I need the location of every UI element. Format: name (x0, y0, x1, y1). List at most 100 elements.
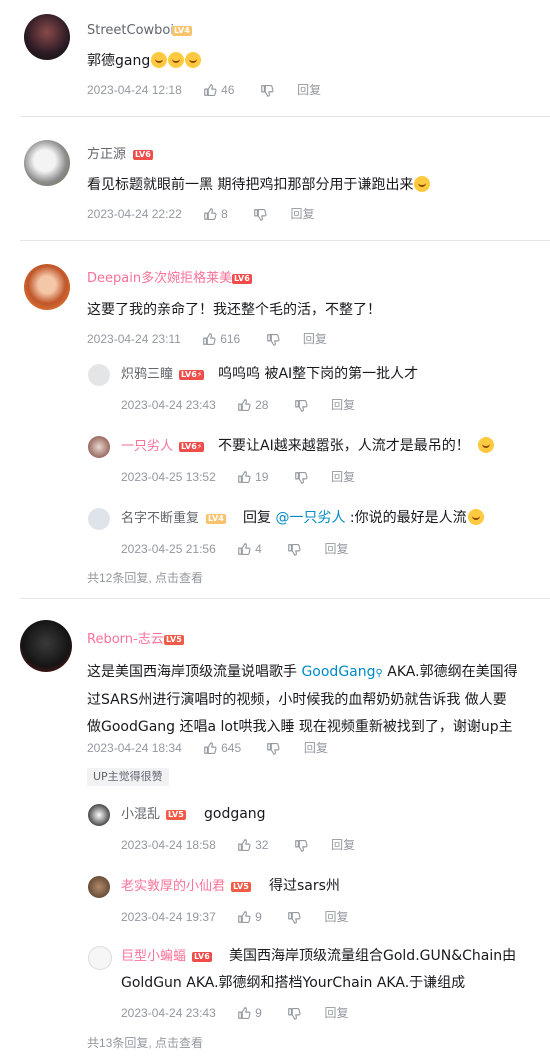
reply-username[interactable]: 炽鸦三瞳 (121, 366, 173, 384)
like-button[interactable]: 46 (203, 81, 234, 98)
like-count: 9 (255, 1006, 262, 1021)
reply-text: 回复 @一只劣人 :你说的最好是人流 (243, 505, 484, 532)
reply-button[interactable]: 回复 (331, 469, 355, 485)
reply-username[interactable]: 老实敦厚的小仙君 (121, 878, 225, 896)
comment-line-1: 这是美国西海岸顶级流量说唱歌手 GoodGang⚲ AKA.郭德纲在美国得 (87, 659, 537, 687)
thumb-down-icon (287, 1007, 301, 1021)
reply-button[interactable]: 回复 (324, 541, 348, 557)
reply-date: 2023-04-25 13:52 (121, 469, 216, 484)
thumb-up-icon (203, 741, 217, 755)
search-link[interactable]: GoodGang (301, 664, 375, 680)
thumb-up-icon (237, 398, 251, 412)
reply-button[interactable]: 回复 (324, 909, 348, 925)
comment-date: 2023-04-24 23:11 (87, 331, 181, 346)
reply-date: 2023-04-24 23:43 (121, 397, 216, 412)
like-button[interactable]: 4 (237, 540, 262, 557)
comment-text: 这是美国西海岸顶级流量说唱歌手 GoodGang⚲ AKA.郭德纲在美国得 过S… (87, 659, 537, 741)
reply-avatar[interactable] (88, 436, 110, 458)
reply-avatar[interactable] (88, 804, 110, 826)
avatar[interactable] (24, 140, 70, 186)
dislike-button[interactable] (266, 331, 280, 347)
reply-text-prefix: 回复 (243, 510, 276, 526)
reply-button[interactable]: 回复 (303, 331, 327, 347)
like-button[interactable]: 8 (203, 205, 228, 222)
reply-text-main: 不要让AI越来越嚣张，人流才是最吊的！ (218, 438, 470, 454)
dislike-button[interactable] (294, 469, 308, 485)
comment-date: 2023-04-24 18:34 (87, 740, 182, 755)
reply-avatar[interactable] (88, 876, 110, 898)
like-button[interactable]: 616 (202, 330, 240, 347)
level-badge: LV6 (232, 274, 252, 284)
avatar[interactable] (24, 14, 70, 60)
reply-text: 呜呜呜 被AI整下岗的第一批人才 (218, 366, 419, 382)
dislike-button[interactable] (253, 206, 267, 222)
thumb-down-icon (266, 333, 280, 347)
reply-date: 2023-04-24 19:37 (121, 909, 216, 924)
avatar[interactable] (24, 264, 70, 310)
dislike-button[interactable] (260, 82, 274, 98)
username[interactable]: StreetCowboi (87, 22, 174, 40)
mention-link[interactable]: @一只劣人 (275, 510, 345, 526)
reply-username[interactable]: 名字不断重复 (121, 510, 199, 528)
like-button[interactable]: 19 (237, 468, 268, 485)
username[interactable]: Reborn-志云 (87, 631, 164, 649)
reply-button[interactable]: 回复 (331, 837, 355, 853)
level-badge: LV5 (231, 882, 251, 892)
reply-line-1: 美国西海岸顶级流量组合Gold.GUN&Chain由 (229, 948, 517, 964)
thumb-down-icon (266, 742, 280, 756)
dislike-button[interactable] (266, 740, 280, 756)
reply-text: 美国西海岸顶级流量组合Gold.GUN&Chain由 GoldGun AKA.郭… (121, 943, 541, 997)
like-button[interactable]: 645 (203, 739, 241, 756)
dislike-button[interactable] (287, 1005, 301, 1021)
reply-username[interactable]: 一只劣人 (121, 438, 173, 456)
comment-meta: 2023-04-24 18:34 645 回复 (87, 739, 328, 756)
comment-meta: 2023-04-24 23:11 616 回复 (87, 330, 327, 347)
comment-text-main: 看见标题就眼前一黑 期待把鸡扣那部分用于谦跑出来 (87, 177, 414, 193)
reply-username[interactable]: 小混乱 (121, 806, 160, 824)
comment-text: 这要了我的亲命了！我还整个毛的活，不整了！ (87, 302, 381, 318)
like-count: 28 (255, 398, 269, 413)
like-button[interactable]: 9 (237, 1004, 262, 1021)
like-button[interactable]: 9 (237, 908, 262, 925)
dislike-button[interactable] (294, 397, 308, 413)
level-badge: LV5 (164, 635, 184, 645)
like-button[interactable]: 28 (237, 396, 268, 413)
reply-button[interactable]: 回复 (324, 1005, 348, 1021)
thumb-down-icon (287, 911, 301, 925)
reply-date: 2023-04-24 18:58 (121, 837, 216, 852)
reply-button[interactable]: 回复 (331, 397, 355, 413)
reply-avatar[interactable] (88, 508, 110, 530)
avatar[interactable] (20, 620, 72, 672)
emoji-icon (185, 52, 202, 68)
reply-button[interactable]: 回复 (304, 740, 328, 756)
reply-text: 得过sars州 (269, 878, 340, 894)
reply-meta: 2023-04-25 13:52 19 回复 (121, 468, 355, 485)
emoji-icon (477, 437, 494, 453)
like-count: 46 (221, 83, 235, 98)
comment-text: 郭德gang (87, 48, 202, 75)
dislike-button[interactable] (287, 541, 301, 557)
search-icon: ⚲ (375, 668, 383, 679)
emoji-icon (467, 509, 484, 525)
comment-date: 2023-04-24 22:22 (87, 206, 182, 221)
reply-avatar[interactable] (88, 946, 112, 970)
reply-line-2: GoldGun AKA.郭德纲和搭档YourChain AKA.于谦组成 (121, 975, 466, 991)
like-count: 9 (255, 910, 262, 925)
view-more-replies[interactable]: 共13条回复, 点击查看 (87, 1034, 203, 1051)
thumb-down-icon (294, 399, 308, 413)
reply-button[interactable]: 回复 (290, 206, 314, 222)
level-badge: LV6⚡ (179, 442, 205, 452)
like-count: 8 (221, 207, 228, 222)
view-more-replies[interactable]: 共12条回复, 点击查看 (87, 569, 203, 586)
like-count: 32 (255, 838, 269, 853)
reply-avatar[interactable] (88, 364, 110, 386)
dislike-button[interactable] (294, 837, 308, 853)
username[interactable]: 方正源 (87, 146, 126, 164)
like-button[interactable]: 32 (237, 836, 268, 853)
dislike-button[interactable] (287, 909, 301, 925)
reply-button[interactable]: 回复 (297, 82, 321, 98)
thumb-down-icon (294, 839, 308, 853)
username[interactable]: Deepain多次婉拒格莱美 (87, 270, 232, 288)
comment-text-main: 郭德gang (87, 53, 151, 69)
divider (20, 598, 550, 599)
